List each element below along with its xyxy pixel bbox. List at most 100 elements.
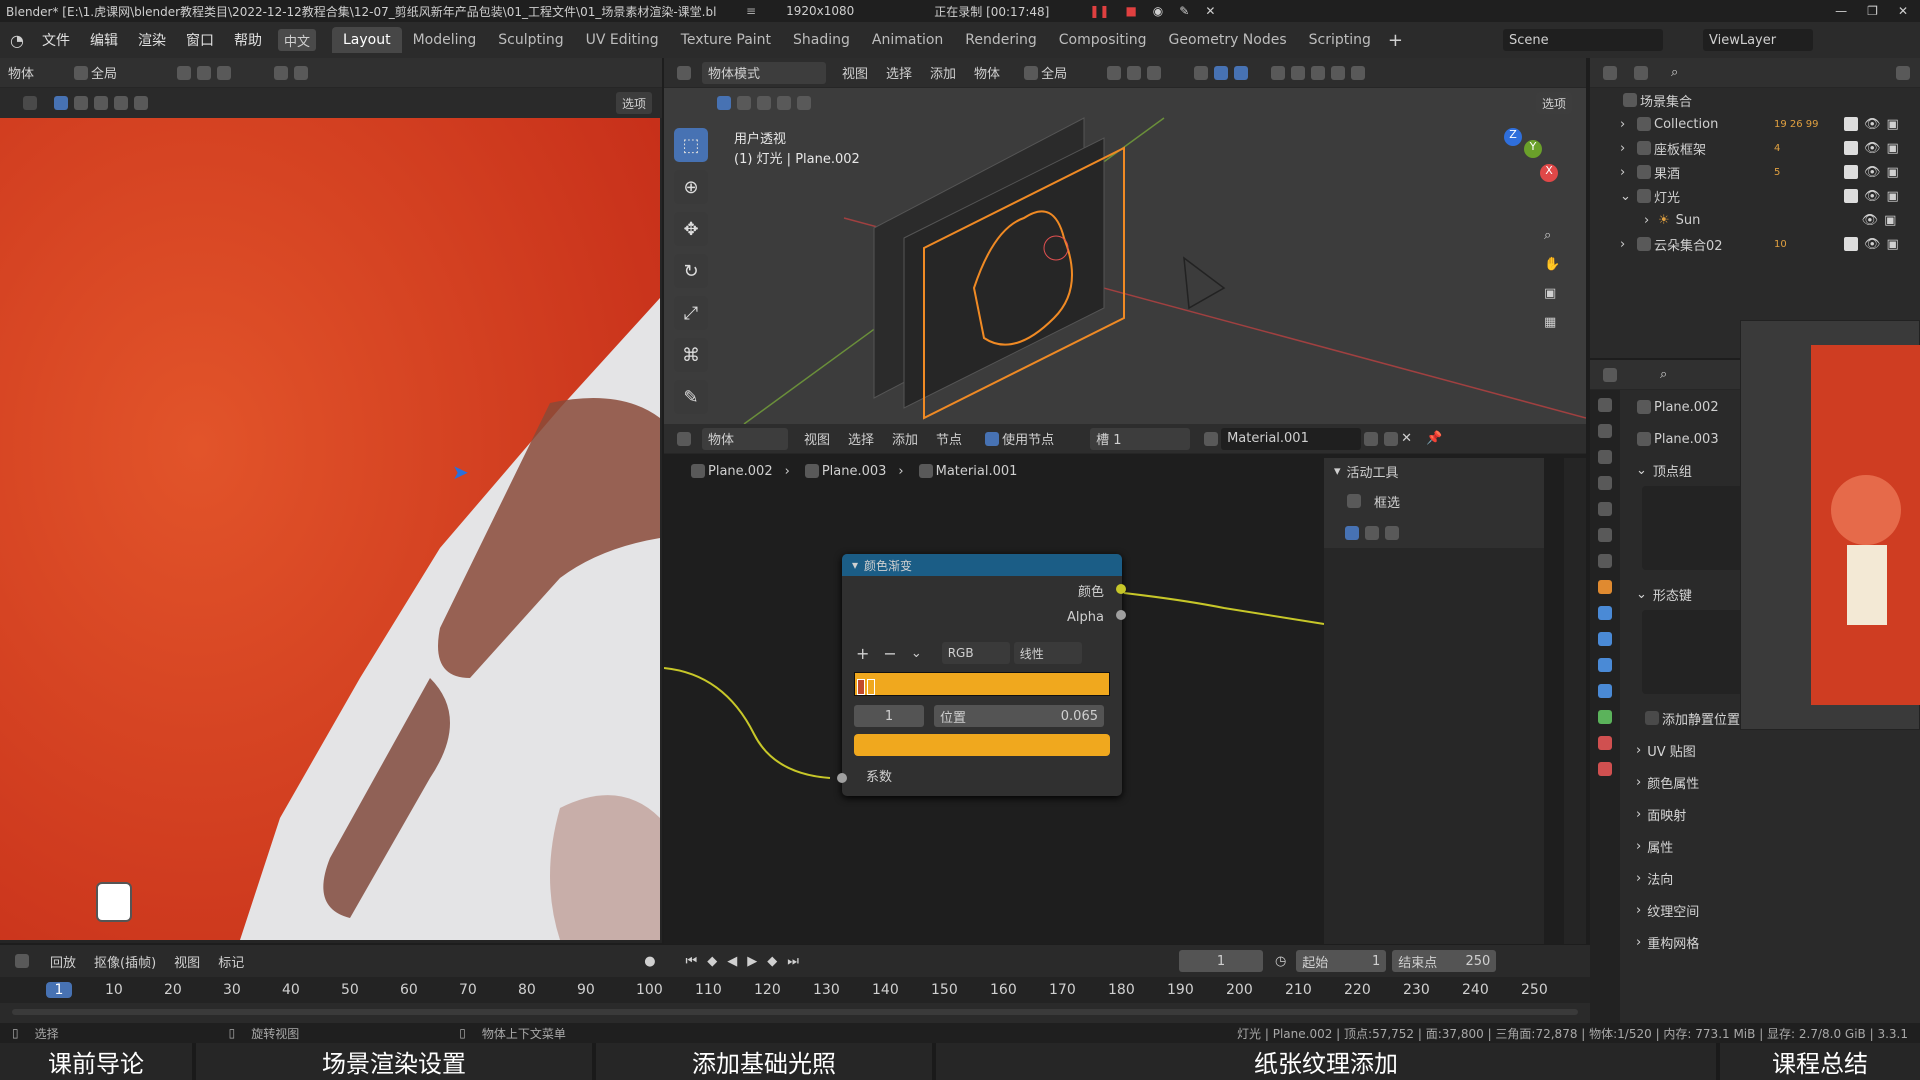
- section-header[interactable]: › 重构网格: [1590, 926, 1920, 958]
- sidebar-select-extend-icon[interactable]: [1365, 526, 1379, 540]
- filter-icon[interactable]: [1896, 65, 1910, 80]
- menu-help[interactable]: 帮助: [224, 30, 272, 50]
- tab-sculpting[interactable]: Sculpting: [487, 27, 574, 53]
- menu-render[interactable]: 渲染: [128, 30, 176, 50]
- render-preview-image[interactable]: ➤: [0, 118, 660, 940]
- tab-rendering[interactable]: Rendering: [954, 27, 1048, 53]
- expand-chevron-icon[interactable]: ›: [1620, 117, 1634, 132]
- tab-layout[interactable]: Layout: [331, 27, 402, 53]
- exclude-checkbox-icon[interactable]: [1844, 117, 1858, 131]
- stop-index-field[interactable]: 1: [854, 705, 924, 727]
- timeline-menu-marker[interactable]: 标记: [218, 952, 244, 971]
- current-frame-field[interactable]: 1: [1178, 950, 1263, 972]
- material-tab-icon[interactable]: [1598, 736, 1612, 750]
- menu-window[interactable]: 窗口: [176, 30, 224, 50]
- outliner-type-icon[interactable]: [1603, 65, 1617, 80]
- outliner-row[interactable]: › Collection 19 26 99 👁 ▣: [1590, 112, 1920, 136]
- outliner-search-icon[interactable]: ⌕: [1671, 65, 1678, 80]
- add-stop-icon[interactable]: +: [856, 644, 869, 663]
- properties-type-icon[interactable]: [1603, 367, 1617, 382]
- exclude-checkbox-icon[interactable]: [1844, 237, 1858, 251]
- eye-icon[interactable]: 👁: [1864, 117, 1881, 132]
- add-workspace-icon[interactable]: +: [1388, 30, 1403, 51]
- render-thumbnail-window[interactable]: [1740, 320, 1920, 730]
- outliner-row[interactable]: ⌄ 灯光 👁 ▣: [1590, 184, 1920, 208]
- section-header[interactable]: › UV 贴图: [1590, 734, 1920, 766]
- select-mode-subtract-icon[interactable]: [94, 96, 108, 110]
- pause-icon[interactable]: ❚❚: [1089, 4, 1109, 18]
- collection-tab-icon[interactable]: [1598, 554, 1612, 568]
- sidebar-tabs[interactable]: [1564, 458, 1586, 944]
- start-frame-field[interactable]: 起始 1: [1296, 950, 1387, 972]
- zoom-icon[interactable]: ⌕: [1544, 228, 1560, 243]
- 3d-viewport[interactable]: 物体模式 视图 选择 添加 物体 全局 选项 用户透视 (1) 灯光 | Pla…: [664, 58, 1586, 424]
- expand-chevron-icon[interactable]: ›: [1644, 213, 1658, 228]
- section-header[interactable]: › 面映射: [1590, 798, 1920, 830]
- chapter-paper-texture[interactable]: 纸张纹理添加: [936, 1043, 1720, 1080]
- tab-texture-paint[interactable]: Texture Paint: [670, 27, 782, 53]
- render-tab-icon[interactable]: [1598, 424, 1612, 438]
- color-ramp-gradient[interactable]: [854, 672, 1110, 696]
- active-tool-panel-header[interactable]: ▾ 活动工具: [1324, 458, 1544, 484]
- cursor-tool-icon[interactable]: ⊕: [674, 170, 708, 204]
- timeline-ruler[interactable]: 1 10 20 30 40 50 60 70 80 90 100 110 120 130 140 150 160…: [0, 977, 1590, 1003]
- data-tab-icon[interactable]: [1598, 710, 1612, 724]
- props-mesh-name[interactable]: Plane.003: [1654, 432, 1719, 447]
- tab-geometry-nodes[interactable]: Geometry Nodes: [1158, 27, 1298, 53]
- navigation-gizmo[interactable]: Z Y X: [1444, 128, 1574, 238]
- select-mode-intersect-icon[interactable]: [134, 96, 148, 110]
- exclude-checkbox-icon[interactable]: [1844, 189, 1858, 203]
- move-tool-icon[interactable]: ✥: [674, 212, 708, 246]
- color-ramp-node-header[interactable]: ▾ 颜色渐变: [842, 554, 1122, 576]
- select-mode-extend-icon[interactable]: [74, 96, 88, 110]
- chapter-render-setup[interactable]: 场景渲染设置: [196, 1043, 596, 1080]
- tab-scripting[interactable]: Scripting: [1298, 27, 1382, 53]
- jump-end-icon[interactable]: ⏭: [787, 954, 799, 969]
- left-options-button[interactable]: 选项: [615, 92, 652, 114]
- left-mode-label[interactable]: 物体: [8, 63, 34, 82]
- section-header[interactable]: › 颜色属性: [1590, 766, 1920, 798]
- modifier-tab-icon[interactable]: [1598, 606, 1612, 620]
- menu-edit[interactable]: 编辑: [80, 30, 128, 50]
- expand-chevron-icon[interactable]: ›: [1620, 237, 1634, 252]
- maximize-icon[interactable]: ❐: [1867, 4, 1878, 18]
- display-mode-icon[interactable]: [1634, 65, 1648, 80]
- tab-animation[interactable]: Animation: [861, 27, 954, 53]
- props-object-name[interactable]: Plane.002: [1654, 400, 1719, 415]
- expand-chevron-icon[interactable]: ›: [1620, 141, 1634, 156]
- blender-logo-icon[interactable]: ◔: [10, 31, 24, 50]
- link-icon[interactable]: [177, 65, 192, 80]
- render-camera-icon[interactable]: ▣: [1884, 213, 1896, 228]
- particles-tab-icon[interactable]: [1598, 632, 1612, 646]
- remove-stop-icon[interactable]: −: [883, 644, 896, 663]
- next-key-icon[interactable]: ◆: [767, 954, 777, 969]
- exclude-checkbox-icon[interactable]: [1844, 141, 1858, 155]
- end-frame-field[interactable]: 结束点 250: [1392, 950, 1497, 972]
- section-header[interactable]: › 纹理空间: [1590, 894, 1920, 926]
- collapse-chevron-icon[interactable]: ⌄: [1620, 189, 1634, 204]
- outliner-row[interactable]: › 果酒 5 👁 ▣: [1590, 160, 1920, 184]
- color-ramp-node[interactable]: ▾ 颜色渐变 颜色 Alpha + − ⌄ RGB 线性 1 位置 0.065 系…: [837, 554, 1126, 796]
- tool-tab-icon[interactable]: [1598, 398, 1612, 412]
- physics-tab-icon[interactable]: [1598, 658, 1612, 672]
- world-tab-icon[interactable]: [1598, 528, 1612, 542]
- camera-icon[interactable]: ◉: [1153, 4, 1163, 18]
- tab-shading[interactable]: Shading: [782, 27, 861, 53]
- sidebar-select-subtract-icon[interactable]: [1385, 526, 1399, 540]
- collapse-chevron-icon[interactable]: ▾: [852, 558, 858, 572]
- render-camera-icon[interactable]: ▣: [1887, 189, 1899, 204]
- axis-x-icon[interactable]: X: [1540, 164, 1558, 182]
- left-transform-label[interactable]: 全局: [91, 63, 117, 82]
- camera-view-icon[interactable]: ▣: [1544, 286, 1560, 301]
- close-icon[interactable]: ✕: [1898, 4, 1908, 18]
- timeline-menu-playback[interactable]: 回放: [50, 952, 76, 971]
- shader-node-editor[interactable]: 物体 视图 选择 添加 节点 使用节点 槽 1 Material.001 ✕ 📌…: [664, 424, 1586, 944]
- chapter-summary[interactable]: 课程总结: [1720, 1043, 1920, 1080]
- ramp-menu-chevron-icon[interactable]: ⌄: [911, 646, 922, 661]
- section-header[interactable]: › 属性: [1590, 830, 1920, 862]
- view-icon[interactable]: [274, 65, 289, 80]
- outliner-row[interactable]: › 座板框架 4 👁 ▣: [1590, 136, 1920, 160]
- eye-icon[interactable]: 👁: [1864, 165, 1881, 180]
- render-camera-icon[interactable]: ▣: [1887, 165, 1899, 180]
- rotate-tool-icon[interactable]: ↻: [674, 254, 708, 288]
